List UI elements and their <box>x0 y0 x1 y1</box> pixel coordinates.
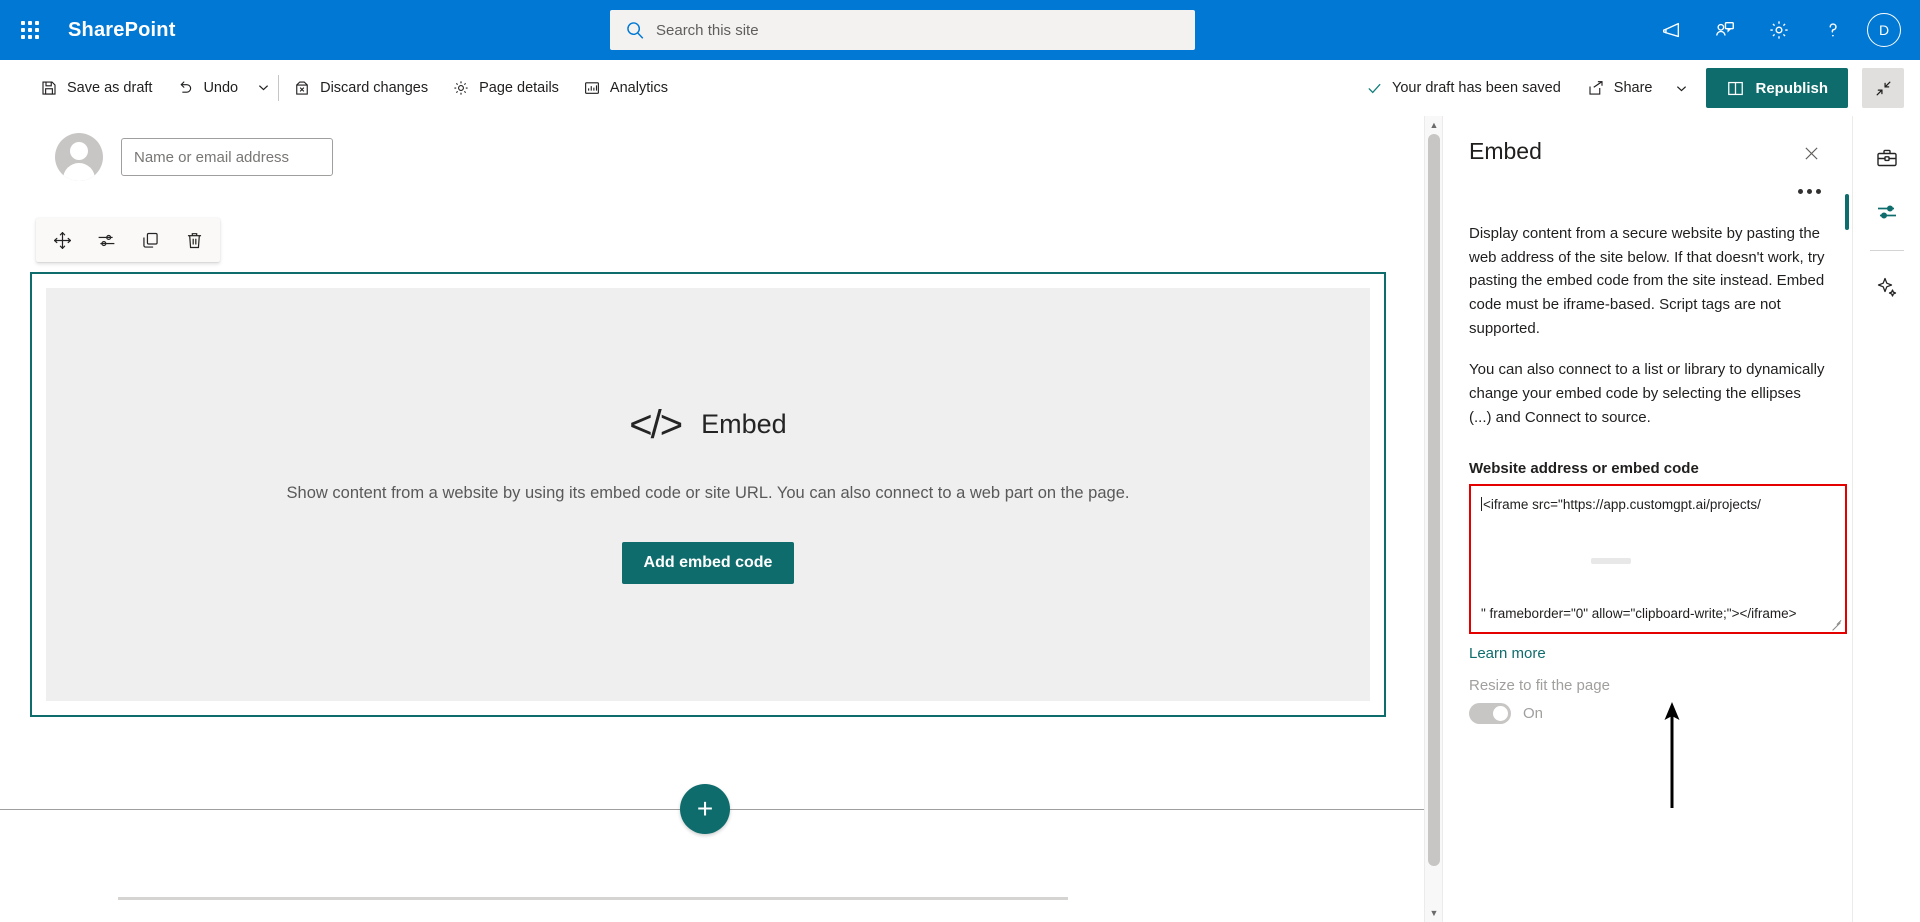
help-icon[interactable] <box>1809 6 1857 54</box>
edit-webpart-icon[interactable] <box>84 220 128 260</box>
page-details-button[interactable]: Page details <box>440 68 571 108</box>
pane-more-options-button[interactable] <box>1792 176 1826 206</box>
toolbox-icon[interactable] <box>1863 134 1911 182</box>
undo-dropdown-button[interactable] <box>250 68 276 108</box>
republish-button[interactable]: Republish <box>1706 68 1848 108</box>
sharepoint-brand-link[interactable]: SharePoint <box>68 19 176 42</box>
byline-person-input[interactable]: Name or email address <box>121 138 333 176</box>
checkmark-icon <box>1368 83 1381 93</box>
byline-avatar <box>55 133 103 181</box>
page-details-label: Page details <box>479 79 559 96</box>
undo-label: Undo <box>203 79 239 96</box>
properties-icon[interactable] <box>1844 188 1911 236</box>
page-bottom-divider <box>118 897 1068 900</box>
embed-code-field-label: Website address or embed code <box>1469 459 1699 477</box>
pane-overflow-area <box>1469 176 1826 206</box>
publish-page-icon <box>1728 81 1744 95</box>
gear-icon[interactable] <box>1755 6 1803 54</box>
suite-bar: SharePoint Search this site D <box>0 0 1920 60</box>
embed-property-pane: Embed Display content from a secure webs… <box>1442 116 1852 922</box>
page-details-gear-icon <box>454 80 468 95</box>
embed-code-line-start: <iframe src="https://app.customgpt.ai/pr… <box>1481 496 1761 512</box>
canvas-scrollbar[interactable]: ▲ ▼ <box>1424 116 1442 922</box>
search-input[interactable]: Search this site <box>610 10 1195 50</box>
save-icon <box>42 80 56 95</box>
learn-more-link[interactable]: Learn more <box>1469 645 1546 662</box>
undo-button[interactable]: Undo <box>164 68 250 108</box>
add-embed-code-button[interactable]: Add embed code <box>621 542 795 585</box>
search-placeholder: Search this site <box>656 21 759 39</box>
chevron-down-icon <box>1676 85 1687 91</box>
discard-changes-button[interactable]: Discard changes <box>281 68 440 108</box>
share-dropdown-button[interactable] <box>1668 68 1694 108</box>
chevron-down-icon <box>258 85 268 91</box>
command-bar-right: Your draft has been saved Share Republis… <box>1356 60 1904 116</box>
analytics-button[interactable]: Analytics <box>571 68 680 108</box>
embed-code-textarea[interactable]: <iframe src="https://app.customgpt.ai/pr… <box>1469 483 1847 634</box>
resize-to-fit-label: Resize to fit the page <box>1469 676 1610 694</box>
analytics-label: Analytics <box>609 79 668 96</box>
command-separator <box>278 74 280 101</box>
copilot-sparkle-icon[interactable] <box>1863 263 1911 311</box>
share-label: Share <box>1613 80 1653 96</box>
right-rail <box>1844 116 1920 922</box>
byline: Name or email address <box>55 133 333 181</box>
add-section-button[interactable]: + <box>680 784 730 834</box>
embed-webpart[interactable]: </> Embed Show content from a website by… <box>30 272 1386 717</box>
draft-status: Your draft has been saved <box>1356 80 1571 97</box>
exit-fullscreen-button[interactable] <box>1862 68 1904 108</box>
embed-placeholder: </> Embed Show content from a website by… <box>46 288 1370 701</box>
resize-to-fit-toggle[interactable] <box>1469 702 1511 724</box>
toggle-knob <box>1493 705 1508 721</box>
discard-changes-label: Discard changes <box>320 79 429 96</box>
discard-icon <box>296 80 308 95</box>
waffle-icon <box>21 21 39 39</box>
save-as-draft-button[interactable]: Save as draft <box>28 68 164 108</box>
share-button[interactable]: Share <box>1575 68 1665 108</box>
webpart-toolbar <box>36 218 220 262</box>
pane-description-1: Display content from a secure website by… <box>1469 225 1825 337</box>
close-icon <box>1804 146 1818 160</box>
pane-title: Embed <box>1469 138 1542 164</box>
collapse-icon <box>1876 81 1890 95</box>
scroll-up-button[interactable]: ▲ <box>1425 116 1443 134</box>
embed-code-line-end: " frameborder="0" allow="clipboard-write… <box>1481 605 1797 621</box>
undo-icon <box>180 80 192 93</box>
embed-placeholder-description: Show content from a website by using its… <box>286 483 1130 502</box>
scroll-down-button[interactable]: ▼ <box>1425 904 1443 922</box>
duplicate-webpart-icon[interactable] <box>128 220 172 260</box>
user-avatar[interactable]: D <box>1867 13 1901 47</box>
add-section-area: + <box>0 784 1424 834</box>
share-icon <box>1589 81 1603 95</box>
page-canvas: Name or email address </> Embed Show con… <box>0 116 1424 922</box>
code-icon: </> <box>629 402 683 447</box>
search-icon <box>627 22 644 39</box>
feedback-icon[interactable] <box>1701 6 1749 54</box>
draft-status-label: Your draft has been saved <box>1392 80 1561 96</box>
pane-description-2: You can also connect to a list or librar… <box>1469 361 1825 426</box>
pane-header: Embed <box>1469 116 1826 168</box>
scrollbar-thumb[interactable] <box>1428 134 1440 866</box>
text-cursor <box>1481 496 1482 511</box>
republish-label: Republish <box>1755 79 1828 97</box>
move-webpart-icon[interactable] <box>40 220 84 260</box>
app-launcher-button[interactable] <box>0 0 60 60</box>
embed-placeholder-header: </> Embed <box>629 405 786 445</box>
redacted-project-id <box>1591 557 1631 564</box>
megaphone-icon[interactable] <box>1647 6 1695 54</box>
close-pane-button[interactable] <box>1796 138 1826 168</box>
analytics-icon <box>584 81 599 94</box>
delete-webpart-icon[interactable] <box>172 220 216 260</box>
suite-actions: D <box>1647 0 1910 60</box>
embed-placeholder-title: Embed <box>701 409 787 440</box>
rail-divider <box>1869 250 1904 251</box>
textarea-resize-grip[interactable] <box>1831 618 1843 630</box>
byline-placeholder: Name or email address <box>134 148 290 166</box>
resize-to-fit-state: On <box>1523 704 1544 722</box>
save-as-draft-label: Save as draft <box>67 79 153 96</box>
command-bar: Save as draft Undo Discard changes Page … <box>0 60 1920 116</box>
resize-to-fit-row: On <box>1469 702 1826 724</box>
